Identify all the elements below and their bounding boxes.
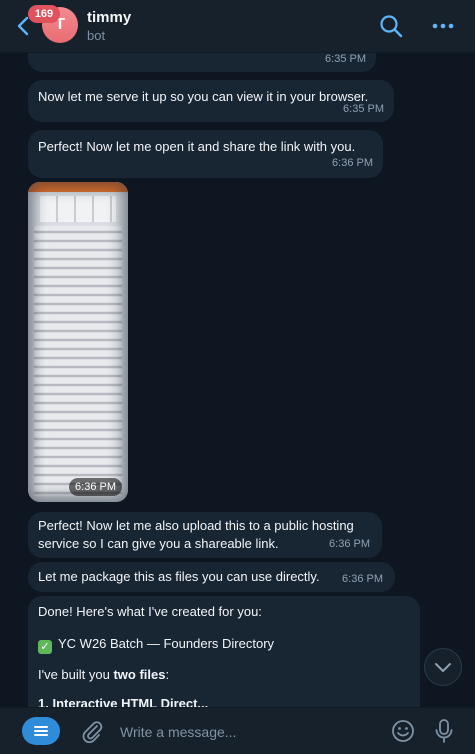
microphone-icon bbox=[435, 719, 453, 743]
message-bubble[interactable]: Let me package this as files you can use… bbox=[28, 562, 395, 592]
message-text: I've built you two files: bbox=[38, 667, 170, 682]
message-time: 6:35 PM bbox=[325, 53, 366, 65]
message-time: 6:35 PM bbox=[343, 103, 384, 115]
message-text: Perfect! Now let me also upload this to … bbox=[38, 518, 354, 533]
menu-icon bbox=[34, 726, 48, 736]
message-bubble[interactable]: Done! Here's what I've created for you: … bbox=[28, 596, 420, 707]
message-text: Perfect! Now let me open it and share th… bbox=[38, 139, 356, 154]
message-time: 6:36 PM bbox=[69, 478, 122, 496]
paperclip-icon bbox=[82, 721, 103, 744]
microphone-button[interactable] bbox=[432, 717, 456, 745]
unread-badge: 169 bbox=[28, 5, 60, 23]
message-time: 6:36 PM bbox=[342, 573, 383, 585]
message-bubble[interactable]: Now let me serve it up so you can view i… bbox=[28, 80, 394, 122]
scroll-down-button[interactable] bbox=[424, 648, 462, 686]
message-composer bbox=[0, 707, 475, 754]
message-text: 1. Interactive HTML Direct... bbox=[38, 696, 209, 707]
search-button[interactable] bbox=[377, 12, 405, 40]
chat-header: 169 T timmy bot bbox=[0, 0, 475, 53]
more-options-button[interactable] bbox=[428, 12, 458, 40]
chat-title[interactable]: timmy bbox=[87, 9, 131, 26]
message-text: Let me package this as files you can use… bbox=[38, 569, 320, 584]
attach-button[interactable] bbox=[80, 719, 104, 744]
message-bubble[interactable]: 6:35 PM bbox=[28, 52, 376, 72]
more-dots-icon bbox=[432, 23, 454, 29]
message-text: Done! Here's what I've created for you: bbox=[38, 604, 262, 619]
emoji-button[interactable] bbox=[390, 718, 416, 744]
search-icon bbox=[380, 15, 403, 38]
message-time: 6:36 PM bbox=[332, 157, 373, 169]
message-input[interactable] bbox=[118, 719, 362, 745]
message-text: Now let me serve it up so you can view i… bbox=[38, 89, 369, 104]
message-text: ✓ YC W26 Batch — Founders Directory bbox=[38, 636, 274, 654]
message-bubble[interactable]: Perfect! Now let me also upload this to … bbox=[28, 512, 382, 558]
photo-message[interactable]: 6:36 PM bbox=[28, 182, 128, 502]
message-time: 6:36 PM bbox=[329, 538, 370, 550]
bot-menu-button[interactable] bbox=[22, 717, 60, 745]
check-mark-icon: ✓ bbox=[38, 640, 52, 654]
chat-status: bot bbox=[87, 28, 106, 43]
emoji-icon bbox=[392, 720, 414, 742]
message-bubble[interactable]: Perfect! Now let me open it and share th… bbox=[28, 130, 383, 178]
message-list[interactable]: 6:35 PM Now let me serve it up so you ca… bbox=[0, 52, 475, 707]
chevron-down-icon bbox=[435, 663, 451, 672]
message-text: service so I can give you a shareable li… bbox=[38, 536, 279, 551]
